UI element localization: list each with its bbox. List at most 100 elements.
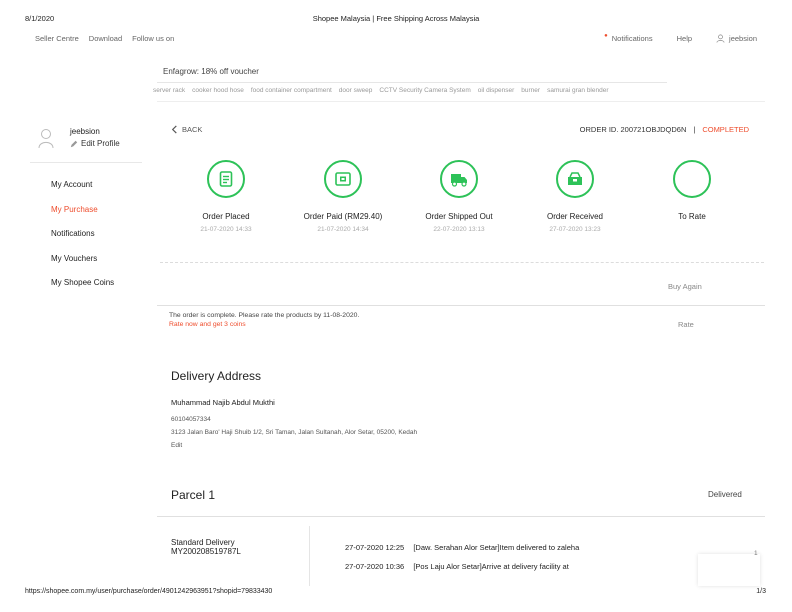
parcel-title: Parcel 1	[171, 488, 216, 502]
step-order-shipped: Order Shipped Out 22-07-2020 13:13	[401, 160, 517, 233]
receipt-icon	[219, 171, 233, 187]
tracking-event-time: 27-07-2020 12:25	[345, 543, 405, 552]
user-icon	[716, 34, 725, 43]
order-complete-message: The order is complete. Please rate the p…	[169, 312, 360, 319]
dashed-divider	[160, 262, 764, 263]
payment-icon	[335, 172, 351, 186]
top-nav-right-links: ● Notifications Help jeebsion	[604, 32, 757, 44]
step-circle	[440, 160, 478, 198]
rate-coins-link[interactable]: Rate now and get 3 coins	[169, 321, 246, 328]
chat-widget[interactable]	[698, 554, 760, 586]
order-status: COMPLETED	[702, 125, 749, 134]
recipient-address: 3123 Jalan Baro' Haji Shuib 1/2, Sri Tam…	[171, 429, 418, 436]
user-menu[interactable]: jeebsion	[716, 34, 757, 43]
avatar[interactable]	[38, 127, 56, 149]
follow-us-link[interactable]: Follow us on	[132, 34, 174, 43]
edit-profile-link[interactable]: Edit Profile	[70, 139, 120, 148]
tracking-divider	[309, 526, 310, 586]
step-circle	[556, 160, 594, 198]
top-nav-left-links: Seller Centre Download Follow us on	[35, 34, 174, 43]
edit-profile-label: Edit Profile	[81, 139, 120, 148]
rate-button[interactable]: Rate	[678, 320, 694, 329]
buy-again-button[interactable]: Buy Again	[668, 282, 702, 291]
step-circle	[207, 160, 245, 198]
top-navbar: Seller Centre Download Follow us on ● No…	[0, 32, 792, 46]
download-link[interactable]: Download	[89, 34, 122, 43]
sidebar-item-notifications[interactable]: Notifications	[51, 229, 114, 254]
step-label: Order Shipped Out	[425, 212, 493, 221]
pencil-icon	[70, 140, 78, 147]
step-order-received: Order Received 27-07-2020 13:23	[517, 160, 633, 233]
delivery-address-title: Delivery Address	[171, 369, 262, 383]
sidebar-item-my-vouchers[interactable]: My Vouchers	[51, 254, 114, 279]
tracking-event-desc: [Daw. Serahan Alor Setar]Item delivered …	[413, 543, 580, 552]
notifications-label: Notifications	[611, 34, 653, 43]
search-hint[interactable]: cooker hood hose	[192, 87, 244, 94]
step-label: Order Placed	[202, 212, 250, 221]
back-label: BACK	[182, 125, 203, 134]
shipping-info: Standard Delivery MY200208519787L	[171, 538, 241, 556]
notification-dot-icon: ●	[604, 32, 608, 39]
back-button[interactable]: BACK	[171, 125, 202, 134]
print-url: https://shopee.com.my/user/purchase/orde…	[25, 588, 273, 595]
order-id-separator: |	[693, 125, 696, 134]
step-order-placed: Order Placed 21-07-2020 14:33	[168, 160, 284, 233]
box-icon	[568, 172, 582, 185]
search-hint[interactable]: food container compartment	[251, 87, 332, 94]
sidebar-item-my-purchase[interactable]: My Purchase	[51, 205, 114, 230]
recipient-phone: 60104057334	[171, 416, 211, 423]
print-page-number: 1/3	[756, 588, 766, 595]
chat-unread-count: 1	[754, 550, 758, 557]
step-timestamp: 22-07-2020 13:13	[433, 226, 485, 233]
search-hint[interactable]: server rack	[153, 87, 185, 94]
sidebar-menu: My Account My Purchase Notifications My …	[51, 180, 114, 303]
print-page-title: Shopee Malaysia | Free Shipping Across M…	[312, 14, 480, 23]
search-input[interactable]: Enfagrow: 18% off voucher	[157, 64, 667, 83]
header-divider	[157, 101, 765, 102]
shipping-type: Standard Delivery	[171, 538, 235, 547]
chevron-left-icon	[171, 125, 177, 134]
step-label: Order Paid (RM29.40)	[303, 212, 383, 221]
order-detail-card: BACK ORDER ID. 200721OBJDQD6N | COMPLETED …	[157, 113, 765, 263]
parcel-divider	[157, 516, 765, 517]
address-edit-link[interactable]: Edit	[171, 442, 182, 449]
step-label: Order Received	[546, 212, 604, 221]
print-footer: https://shopee.com.my/user/purchase/orde…	[0, 588, 792, 598]
tracking-event-time: 27-07-2020 10:36	[345, 562, 405, 571]
sidebar-username: jeebsion	[70, 127, 100, 136]
search-hint[interactable]: door sweep	[339, 87, 373, 94]
search-hint[interactable]: oil dispenser	[478, 87, 515, 94]
search-hint[interactable]: samurai gran blender	[547, 87, 608, 94]
search-hint[interactable]: burner	[521, 87, 540, 94]
tracking-event: 27-07-2020 10:36 [Pos Laju Alor Setar]Ar…	[345, 562, 569, 571]
order-id-header: ORDER ID. 200721OBJDQD6N | COMPLETED	[580, 125, 749, 134]
order-progress-stepper: Order Placed 21-07-2020 14:33 Order Paid…	[157, 160, 765, 240]
star-icon	[692, 179, 693, 180]
step-label: To Rate	[678, 212, 706, 221]
step-circle	[324, 160, 362, 198]
step-circle	[673, 160, 711, 198]
sidebar-item-my-account[interactable]: My Account	[51, 180, 114, 205]
order-id: ORDER ID. 200721OBJDQD6N	[579, 125, 687, 134]
tracking-event-desc: [Pos Laju Alor Setar]Arrive at delivery …	[413, 562, 569, 571]
step-timestamp: 21-07-2020 14:33	[200, 226, 252, 233]
parcel-status: Delivered	[708, 490, 742, 499]
recipient-name: Muhammad Najib Abdul Mukthi	[171, 398, 275, 407]
section-divider	[157, 305, 765, 306]
notifications-link[interactable]: ● Notifications	[604, 32, 653, 44]
step-timestamp: 21-07-2020 14:34	[317, 226, 369, 233]
sidebar-divider	[30, 162, 142, 163]
print-header: 8/1/2020 Shopee Malaysia | Free Shipping…	[0, 14, 792, 26]
truck-icon	[451, 174, 467, 187]
search-hints: server rack cooker hood hose food contai…	[153, 87, 609, 94]
step-order-paid: Order Paid (RM29.40) 21-07-2020 14:34	[285, 160, 401, 233]
tracking-event: 27-07-2020 12:25 [Daw. Serahan Alor Seta…	[345, 543, 579, 552]
search-hint[interactable]: CCTV Security Camera System	[379, 87, 470, 94]
seller-centre-link[interactable]: Seller Centre	[35, 34, 79, 43]
step-timestamp: 27-07-2020 13:23	[549, 226, 601, 233]
sidebar-item-my-shopee-coins[interactable]: My Shopee Coins	[51, 278, 114, 303]
user-menu-name: jeebsion	[729, 34, 757, 43]
step-to-rate: To Rate	[634, 160, 750, 226]
help-link[interactable]: Help	[677, 34, 692, 43]
sidebar-user: jeebsion Edit Profile	[38, 127, 148, 157]
